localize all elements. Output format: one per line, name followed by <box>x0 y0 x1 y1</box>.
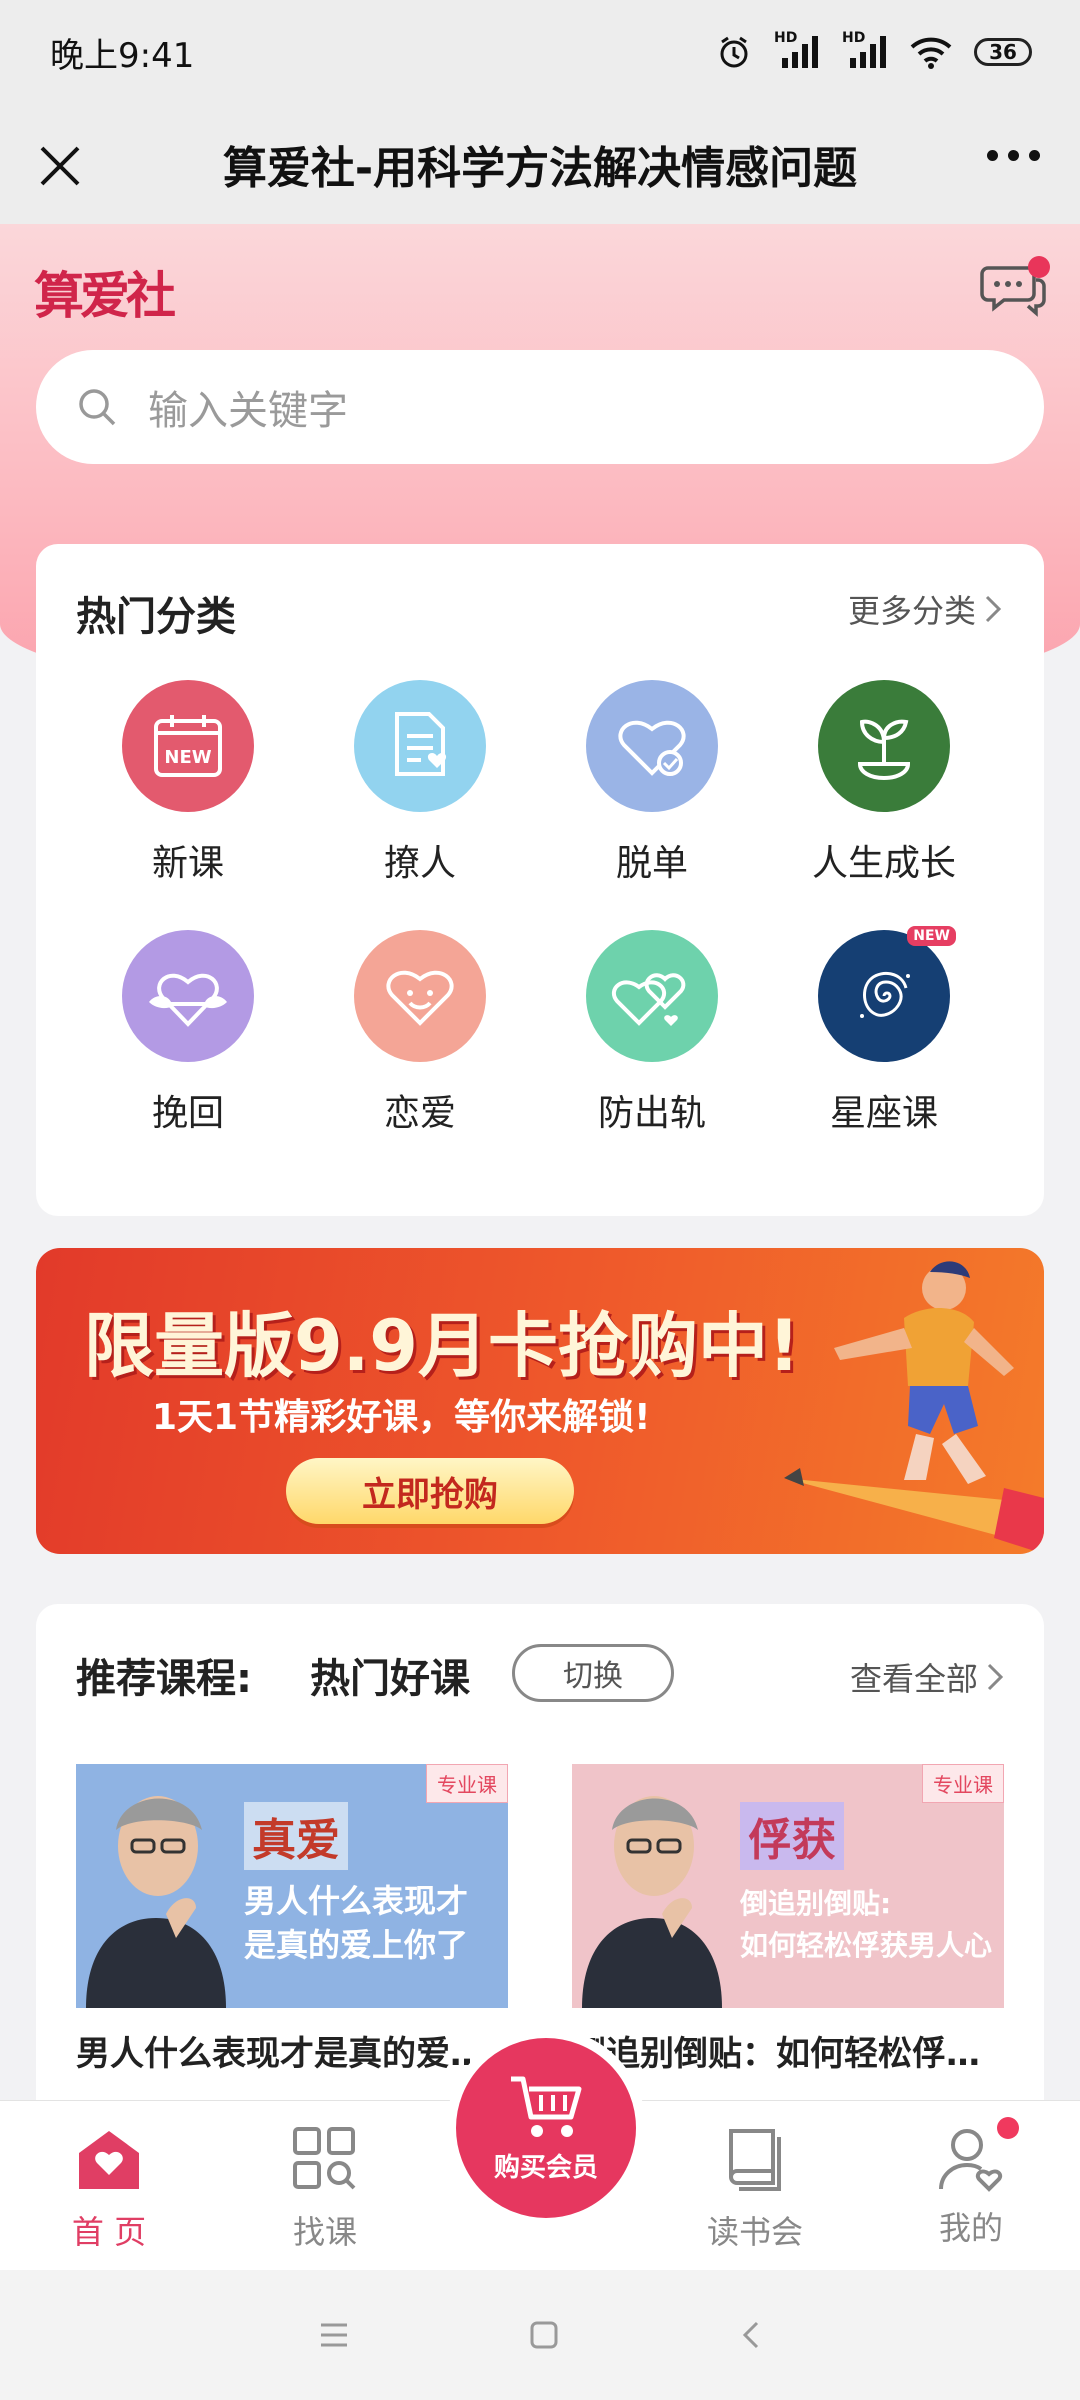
course-name: 倒追别倒贴：如何轻松俘… <box>572 2034 980 2074</box>
sprout-icon <box>818 680 950 812</box>
category-label: 防出轨 <box>597 1093 706 1134</box>
double-heart-icon <box>586 930 718 1062</box>
promo-banner[interactable]: 限量版9.9月卡抢购中! 1天1节精彩好课，等你来解锁! 立即抢购 <box>36 1248 1044 1554</box>
course-name: 男人什么表现才是真的爱… <box>76 2034 484 2074</box>
category-label: 人生成长 <box>811 843 956 884</box>
category-label: 脱单 <box>615 843 688 884</box>
heart-check-icon <box>586 680 718 812</box>
alarm-icon <box>720 36 748 68</box>
category-title: 热门分类 <box>76 594 236 640</box>
battery-icon: 36 <box>974 38 1032 66</box>
course-tag: 专业课 <box>426 1764 508 1803</box>
tab-label: 读书会 <box>706 2213 803 2251</box>
surfing-girl-illustration <box>784 1261 1044 1554</box>
close-icon[interactable] <box>32 138 88 194</box>
smiling-heart-icon <box>354 930 486 1062</box>
course-line-1: 倒追别倒贴: <box>740 1887 892 1920</box>
banner-title: 限量版9.9月卡抢购中! <box>84 1305 800 1387</box>
tab-hot-courses[interactable]: 热门好课 <box>310 1646 470 1704</box>
buy-membership-label: 购买会员 <box>493 2152 598 2183</box>
category-love[interactable]: 恋爱 <box>304 930 536 1136</box>
message-button[interactable] <box>980 256 1050 318</box>
course-thumbnail: 专业课 真爱 男人什么表现才 是真的爱上你了 <box>76 1764 508 2008</box>
new-badge: NEW <box>907 926 956 946</box>
more-categories-link[interactable]: 更多分类 <box>848 586 1002 632</box>
status-icons: HD HD 36 <box>716 30 1032 70</box>
signal-2-icon: HD <box>842 30 888 70</box>
category-single[interactable]: 脱单 <box>536 680 768 886</box>
switch-button[interactable]: 切换 <box>512 1644 674 1702</box>
category-growth[interactable]: 人生成长 <box>768 680 1000 886</box>
cart-icon <box>511 2076 582 2137</box>
chevron-right-icon <box>985 595 1002 623</box>
view-all-link[interactable]: 查看全部 <box>850 1654 1004 1700</box>
recommend-title: 推荐课程: <box>76 1656 252 1702</box>
course-card[interactable]: 专业课 真爱 男人什么表现才 是真的爱上你了 男人什么表现才是真的爱… <box>76 1764 508 2075</box>
tab-reading-club[interactable]: 读书会 <box>680 2123 830 2253</box>
course-thumbnail: 专业课 俘获 倒追别倒贴: 如何轻松俘获男人心 <box>572 1764 1004 2008</box>
course-line-2: 如何轻松俘获男人心 <box>740 1929 993 1962</box>
page-title: 算爱社-用科学方法解决情感问题 <box>222 143 858 194</box>
instructor-portrait <box>582 1796 722 2008</box>
tab-mine[interactable]: 我的 <box>896 2117 1046 2249</box>
home-square-icon[interactable] <box>529 2320 559 2350</box>
new-calendar-icon: NEW <box>122 680 254 812</box>
category-label: 撩人 <box>383 843 456 884</box>
category-flirt[interactable]: 撩人 <box>304 680 536 886</box>
book-icon <box>729 2129 781 2191</box>
category-label: 挽回 <box>151 1093 224 1134</box>
category-label: 新课 <box>151 843 224 884</box>
tab-label: 找课 <box>292 2213 357 2251</box>
course-line-2: 是真的爱上你了 <box>244 1926 469 1964</box>
category-card: 热门分类 更多分类 NEW 新课 撩人 脱单 人生成长 挽回 恋爱 防出轨 NE… <box>36 544 1044 1216</box>
more-icon[interactable] <box>987 150 1040 161</box>
category-recover[interactable]: 挽回 <box>72 930 304 1136</box>
chevron-right-icon <box>987 1663 1004 1691</box>
instructor-portrait <box>86 1796 226 2008</box>
course-line-1: 男人什么表现才 <box>244 1882 469 1920</box>
course-keyword: 真爱 <box>244 1802 348 1870</box>
search-placeholder: 输入关键字 <box>148 388 348 434</box>
search-icon <box>79 389 116 426</box>
status-time: 晚上9:41 <box>50 35 195 76</box>
nav-bar: 算爱社-用科学方法解决情感问题 <box>0 104 1080 224</box>
buy-membership-button[interactable]: 购买会员 <box>446 2028 646 2228</box>
category-anti-cheat[interactable]: 防出轨 <box>536 930 768 1136</box>
category-label: 恋爱 <box>383 1093 456 1134</box>
course-card[interactable]: 专业课 俘获 倒追别倒贴: 如何轻松俘获男人心 倒追别倒贴：如何轻松俘… <box>572 1764 1004 2075</box>
heart-cloud-icon <box>122 930 254 1062</box>
buy-now-button[interactable]: 立即抢购 <box>286 1458 574 1524</box>
grid-search-icon <box>293 2127 356 2190</box>
user-heart-icon <box>935 2117 1019 2195</box>
love-letter-icon <box>354 680 486 812</box>
category-astrology[interactable]: NEW 星座课 <box>768 926 1000 1136</box>
tab-label: 首 页 <box>71 2213 147 2251</box>
tab-home[interactable]: 首 页 <box>34 2123 184 2253</box>
search-input[interactable]: 输入关键字 <box>36 350 1044 464</box>
back-icon[interactable] <box>739 2320 761 2350</box>
unread-dot <box>1028 256 1050 278</box>
category-label: 星座课 <box>829 1093 938 1134</box>
galaxy-icon: NEW <box>818 926 956 1062</box>
course-keyword: 俘获 <box>740 1802 844 1870</box>
home-icon <box>79 2131 139 2189</box>
course-tag: 专业课 <box>922 1764 1004 1803</box>
svg-text:NEW: NEW <box>164 747 211 768</box>
notification-dot <box>997 2117 1019 2139</box>
category-new[interactable]: NEW 新课 <box>72 680 304 886</box>
menu-icon[interactable] <box>319 2322 349 2348</box>
tab-label: 我的 <box>938 2209 1003 2247</box>
system-nav-bar <box>0 2270 1080 2400</box>
tab-find-course[interactable]: 找课 <box>250 2123 400 2253</box>
brand-logo: 算爱社 <box>34 266 176 325</box>
wifi-icon <box>910 37 952 69</box>
status-bar: 晚上9:41 HD HD 36 <box>0 0 1080 104</box>
banner-subtitle: 1天1节精彩好课，等你来解锁! <box>152 1397 651 1438</box>
signal-1-icon: HD <box>774 30 820 70</box>
